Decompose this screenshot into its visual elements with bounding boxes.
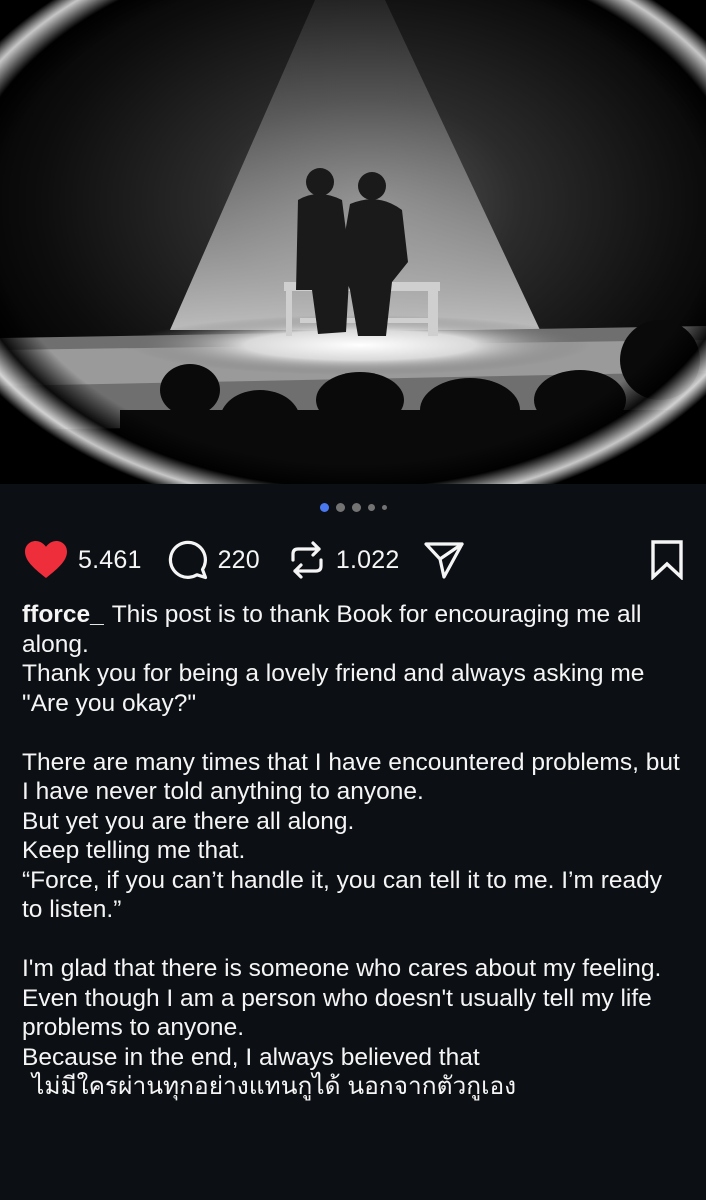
like-button[interactable]: 5.461 [24,540,142,580]
bookmark-icon [651,540,683,580]
send-icon [424,542,465,579]
repost-count: 1.022 [335,545,400,574]
caption-line: Thank you for being a lovely friend and … [22,660,645,717]
comment-count: 220 [217,545,260,574]
carousel-dot-3[interactable] [351,503,361,512]
carousel-dot-5[interactable] [381,505,387,510]
post-action-bar: 5.461 220 1.022 [24,538,684,582]
heart-icon [25,541,67,578]
caption-line: Keep telling me that. [22,837,246,864]
caption-line: Because in the end, I always believed th… [22,1043,480,1071]
carousel-dot-4[interactable] [367,504,375,511]
caption-line: Even though I am a person who doesn't us… [22,984,652,1042]
caption-line-1: fforce_ This post is to thank Book for en… [22,600,684,659]
caption-line: I'm glad that there is someone who cares… [22,955,662,982]
caption-line: But yet you are there all along. [22,807,355,835]
comment-icon [168,540,207,580]
repost-button[interactable]: 1.022 [288,540,400,580]
carousel-dot-1[interactable] [319,503,329,512]
send-button[interactable] [423,540,465,580]
comment-button[interactable]: 220 [168,540,260,580]
carousel-indicator[interactable] [0,503,706,512]
username-link[interactable]: fforce_ [22,601,104,628]
caption-line-thai: ไม่มีใครผ่านทุกอย่างแทนกูได้ นอกจากตัวกู… [32,1073,517,1100]
carousel-dot-2[interactable] [335,503,345,512]
post-photo[interactable] [0,0,706,484]
caption-text: This post is to thank Book for encouragi… [22,601,642,658]
like-count: 5.461 [78,545,142,574]
bookmark-button[interactable] [650,540,684,580]
stage-photo-graphic [0,0,706,484]
repost-icon [291,541,323,579]
caption-line: There are many times that I have encount… [22,748,680,806]
caption-line: “Force, if you can’t handle it, you can … [22,866,663,924]
post-caption: fforce_ This post is to thank Book for en… [22,600,684,1102]
